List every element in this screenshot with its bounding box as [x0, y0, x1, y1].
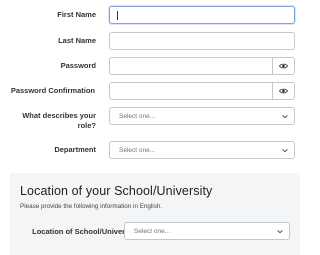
last-name-input[interactable]	[109, 32, 295, 50]
chevron-down-icon	[277, 229, 283, 234]
eye-icon	[279, 88, 288, 94]
role-label: What describes your role?	[22, 111, 96, 130]
last-name-label: Last Name	[58, 36, 96, 45]
location-section-subtitle: Please provide the following information…	[20, 203, 163, 210]
department-select[interactable]: Select one...	[109, 141, 295, 159]
registration-form: First Name Last Name Password Password C…	[0, 0, 300, 173]
location-section: Location of your School/University Pleas…	[10, 173, 300, 255]
first-name-label: First Name	[57, 10, 96, 19]
password-label: Password	[60, 61, 96, 70]
password-confirmation-visibility-toggle[interactable]	[272, 83, 294, 99]
chevron-down-icon	[282, 148, 288, 153]
location-label: Location of School/University	[32, 227, 138, 236]
role-select[interactable]: Select one...	[109, 107, 295, 125]
role-selected-value: Select one...	[119, 113, 156, 120]
text-caret	[117, 11, 118, 20]
password-visibility-toggle[interactable]	[272, 58, 294, 74]
eye-icon	[279, 63, 288, 69]
first-name-input[interactable]	[109, 6, 295, 24]
location-select[interactable]: Select one...	[124, 222, 290, 240]
password-confirmation-label: Password Confirmation	[10, 86, 95, 95]
location-section-title: Location of your School/University	[20, 184, 213, 198]
chevron-down-icon	[282, 114, 288, 119]
department-label: Department	[54, 145, 96, 154]
department-selected-value: Select one...	[119, 147, 156, 154]
password-confirmation-input[interactable]	[109, 82, 295, 100]
location-selected-value: Select one...	[134, 228, 171, 235]
password-input[interactable]	[109, 57, 295, 75]
